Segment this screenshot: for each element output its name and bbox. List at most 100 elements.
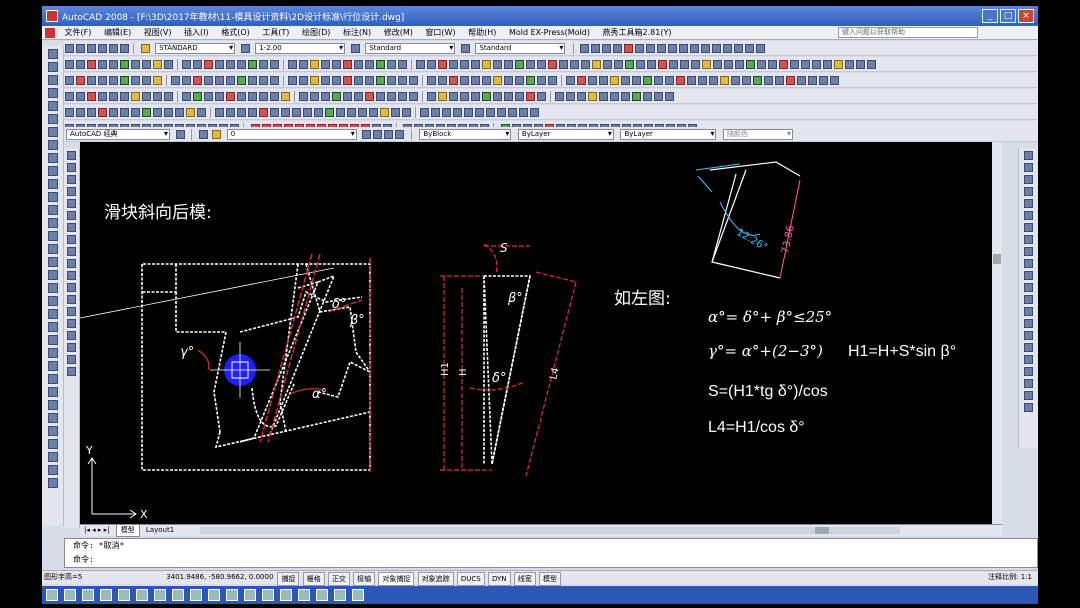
tool-icon[interactable] xyxy=(299,76,308,85)
taskbar-app-icon[interactable] xyxy=(46,589,58,601)
publish-icon[interactable] xyxy=(120,44,129,53)
hatch-icon[interactable] xyxy=(67,319,76,328)
grid-toggle[interactable]: 栅格 xyxy=(302,572,325,586)
tool-icon[interactable] xyxy=(332,92,341,101)
tool-icon[interactable] xyxy=(515,60,524,69)
taskbar-app-icon[interactable] xyxy=(64,589,76,601)
tool-icon[interactable] xyxy=(164,60,173,69)
tool-icon[interactable] xyxy=(416,60,425,69)
menu-file[interactable]: 文件(F) xyxy=(60,26,97,39)
tool-icon[interactable] xyxy=(757,60,766,69)
horizontal-scrollbar[interactable] xyxy=(200,527,900,534)
tool-icon[interactable] xyxy=(420,108,429,117)
arc-icon[interactable] xyxy=(67,211,76,220)
tool-icon[interactable] xyxy=(526,76,535,85)
tool-icon[interactable] xyxy=(354,92,363,101)
tool-icon[interactable] xyxy=(515,76,524,85)
tool-icon[interactable] xyxy=(376,76,385,85)
tool-icon[interactable] xyxy=(98,76,107,85)
point-icon[interactable] xyxy=(67,307,76,316)
taskbar-app-icon[interactable] xyxy=(262,589,274,601)
tool-icon[interactable] xyxy=(724,60,733,69)
layer-manager-icon[interactable] xyxy=(198,130,208,139)
tool-icon[interactable] xyxy=(376,92,385,101)
menu-insert[interactable]: 插入(I) xyxy=(179,26,214,39)
scale-icon[interactable] xyxy=(1024,235,1033,244)
spline-icon[interactable] xyxy=(67,247,76,256)
undo-icon[interactable] xyxy=(624,44,634,53)
tool-icon[interactable] xyxy=(48,439,58,449)
tool-icon[interactable] xyxy=(735,60,744,69)
tool-icon[interactable] xyxy=(669,60,678,69)
tool-icon[interactable] xyxy=(588,76,597,85)
tool-icon[interactable] xyxy=(504,76,513,85)
tool-icon[interactable] xyxy=(48,465,58,475)
tool-icon[interactable] xyxy=(98,92,107,101)
calculator-icon[interactable] xyxy=(745,44,755,53)
ortho-toggle[interactable]: 正交 xyxy=(327,572,350,586)
tool-icon[interactable] xyxy=(120,60,129,69)
tool-icon[interactable] xyxy=(764,76,773,85)
tool-icon[interactable] xyxy=(354,76,363,85)
join-icon[interactable] xyxy=(1024,307,1033,316)
tool-icon[interactable] xyxy=(625,60,634,69)
tool-icon[interactable] xyxy=(109,60,118,69)
tool-icon[interactable] xyxy=(259,108,268,117)
tool-icon[interactable] xyxy=(48,413,58,423)
help-icon[interactable] xyxy=(756,44,766,53)
tool-icon[interactable] xyxy=(237,108,246,117)
tool-icon[interactable] xyxy=(87,92,96,101)
tool-icon[interactable] xyxy=(632,76,641,85)
tool-icon[interactable] xyxy=(48,478,58,488)
tool-icon[interactable] xyxy=(98,108,107,117)
tool-icon[interactable] xyxy=(120,92,129,101)
tool-icon[interactable] xyxy=(812,60,821,69)
tool-icon[interactable] xyxy=(76,60,85,69)
tool-icon[interactable] xyxy=(226,76,235,85)
properties-icon[interactable] xyxy=(690,44,700,53)
tool-icon[interactable] xyxy=(819,76,828,85)
mtext-icon[interactable] xyxy=(67,367,76,376)
tool-icon[interactable] xyxy=(614,60,623,69)
menu-mold-express[interactable]: Mold EX-Press(Mold) xyxy=(504,27,595,38)
tool-icon[interactable] xyxy=(321,76,330,85)
tool-icon[interactable] xyxy=(460,76,469,85)
tool-icon[interactable] xyxy=(636,60,645,69)
tab-model[interactable]: 模型 xyxy=(115,525,140,537)
tool-icon[interactable] xyxy=(76,108,85,117)
tool-icon[interactable] xyxy=(577,92,586,101)
taskbar-app-icon[interactable] xyxy=(208,589,220,601)
tool-icon[interactable] xyxy=(48,296,58,306)
tool-icon[interactable] xyxy=(321,92,330,101)
tool-icon[interactable] xyxy=(365,76,374,85)
menu-draw[interactable]: 绘图(D) xyxy=(297,26,335,39)
tool-icon[interactable] xyxy=(248,108,257,117)
mirror-icon[interactable] xyxy=(1024,175,1033,184)
tool-icon[interactable] xyxy=(270,108,279,117)
tool-icon[interactable] xyxy=(48,140,58,150)
make-current-layer-icon[interactable] xyxy=(362,130,372,139)
tool-icon[interactable] xyxy=(680,60,689,69)
tool-icon[interactable] xyxy=(310,76,319,85)
tool-icon[interactable] xyxy=(632,92,641,101)
tool-icon[interactable] xyxy=(164,92,173,101)
tool-icon[interactable] xyxy=(464,108,473,117)
tool-icon[interactable] xyxy=(665,92,674,101)
tool-icon[interactable] xyxy=(577,76,586,85)
tool-icon[interactable] xyxy=(797,76,806,85)
insert-block-icon[interactable] xyxy=(67,283,76,292)
menu-format[interactable]: 格式(O) xyxy=(216,26,255,39)
tool-icon[interactable] xyxy=(325,108,334,117)
tool-icon[interactable] xyxy=(248,60,257,69)
tool-icon[interactable] xyxy=(1024,379,1033,388)
construction-line-icon[interactable] xyxy=(67,163,76,172)
tool-icon[interactable] xyxy=(48,283,58,293)
tool-icon[interactable] xyxy=(48,179,58,189)
menu-view[interactable]: 视图(V) xyxy=(139,26,177,39)
taskbar-app-icon[interactable] xyxy=(334,589,346,601)
tool-icon[interactable] xyxy=(299,92,308,101)
tool-icon[interactable] xyxy=(365,60,374,69)
taskbar-app-icon[interactable] xyxy=(316,589,328,601)
tool-icon[interactable] xyxy=(431,108,440,117)
tool-icon[interactable] xyxy=(164,108,173,117)
